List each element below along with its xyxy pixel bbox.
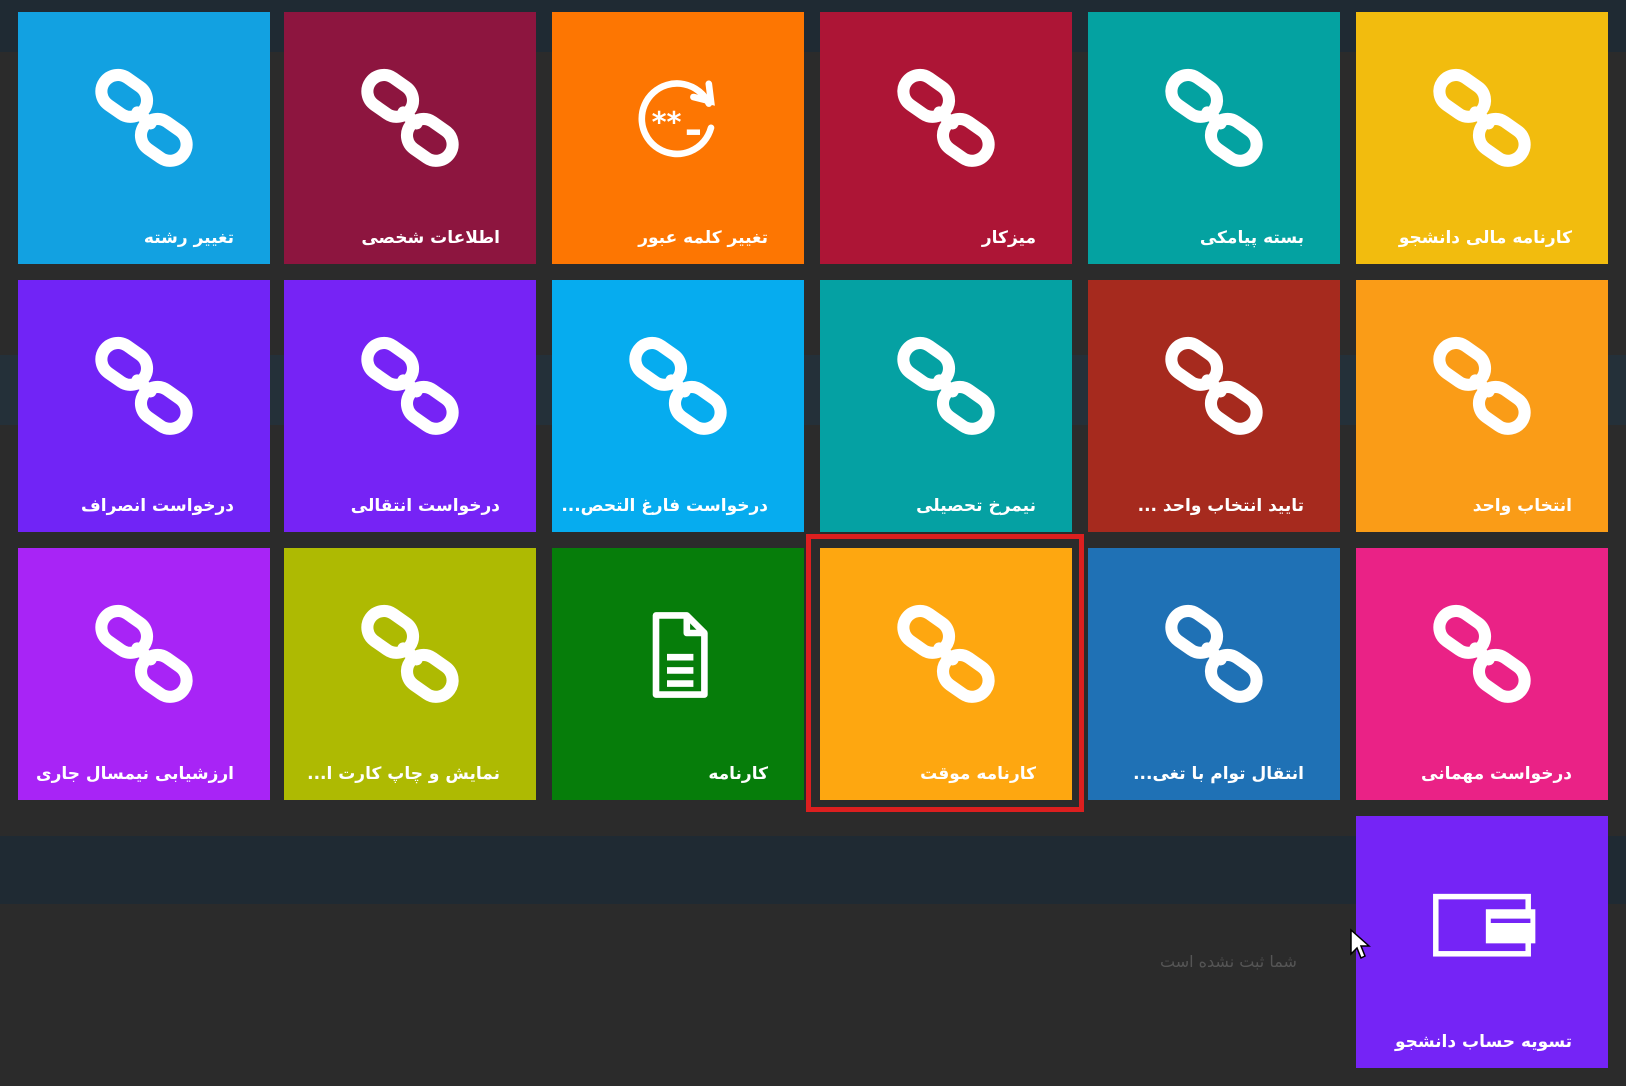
link-icon — [623, 332, 733, 442]
tile-19[interactable]: تسویه حساب دانشجو — [1356, 816, 1608, 1068]
tile-label: تغییر کلمه عبور — [638, 228, 768, 248]
tile-label: بسته پیامکی — [1199, 228, 1304, 248]
tile-1[interactable]: کارنامه مالی دانشجو — [1356, 12, 1608, 264]
link-icon — [1159, 332, 1269, 442]
password-reset-icon: ** — [623, 64, 733, 174]
tile-9[interactable]: نیمرخ تحصیلی — [820, 280, 1072, 532]
tile-2[interactable]: بسته پیامکی — [1088, 12, 1340, 264]
tile-label: انتقال توام با تغی... — [1133, 764, 1304, 784]
tile-13[interactable]: درخواست مهمانی — [1356, 548, 1608, 800]
tile-3[interactable]: میزکار — [820, 12, 1072, 264]
tile-label: انتخاب واحد — [1472, 496, 1572, 516]
tile-5[interactable]: اطلاعات شخصی — [284, 12, 536, 264]
tile-label: اطلاعات شخصی — [361, 228, 500, 248]
link-icon — [1427, 332, 1537, 442]
tile-label: نیمرخ تحصیلی — [916, 496, 1036, 516]
tile-label: تایید انتخاب واحد ... — [1137, 496, 1304, 516]
link-icon — [89, 332, 199, 442]
tile-label: تسویه حساب دانشجو — [1394, 1032, 1572, 1052]
link-icon — [891, 332, 1001, 442]
tile-label: درخواست انتقالی — [350, 496, 500, 516]
tile-label: تغییر رشته — [143, 228, 234, 248]
tile-14[interactable]: انتقال توام با تغی... — [1088, 548, 1340, 800]
link-icon — [355, 600, 465, 710]
tile-label: درخواست انصراف — [81, 496, 234, 516]
tile-12[interactable]: درخواست انصراف — [18, 280, 270, 532]
link-icon — [355, 332, 465, 442]
background-status-text: شما ثبت نشده است — [1160, 952, 1297, 971]
tile-label: کارنامه — [708, 764, 768, 784]
link-icon — [1159, 64, 1269, 174]
mouse-cursor-icon — [1350, 928, 1371, 960]
tile-label: درخواست مهمانی — [1421, 764, 1572, 784]
tile-17[interactable]: نمایش و چاپ کارت ا... — [284, 548, 536, 800]
tile-11[interactable]: درخواست انتقالی — [284, 280, 536, 532]
svg-text:**: ** — [652, 105, 682, 139]
tile-6[interactable]: تغییر رشته — [18, 12, 270, 264]
tile-16[interactable]: کارنامه — [552, 548, 804, 800]
tile-8[interactable]: تایید انتخاب واحد ... — [1088, 280, 1340, 532]
link-icon — [1159, 600, 1269, 710]
tile-label: نمایش و چاپ کارت ا... — [307, 764, 500, 784]
tile-label: میزکار — [981, 228, 1036, 248]
selection-highlight — [806, 534, 1084, 812]
tile-10[interactable]: درخواست فارغ التحص... — [552, 280, 804, 532]
link-icon — [1427, 64, 1537, 174]
tile-18[interactable]: ارزشیابی نیمسال جاری — [18, 548, 270, 800]
link-icon — [355, 64, 465, 174]
tile-label: کارنامه مالی دانشجو — [1398, 228, 1572, 248]
link-icon — [89, 600, 199, 710]
document-icon — [623, 600, 733, 710]
tile-label: ارزشیابی نیمسال جاری — [35, 764, 234, 784]
tile-label: درخواست فارغ التحص... — [561, 496, 768, 516]
link-icon — [1427, 600, 1537, 710]
tile-7[interactable]: انتخاب واحد — [1356, 280, 1608, 532]
dashboard-page: شما ثبت نشده است کارنامه مالی دانشجو بست… — [0, 0, 1626, 1086]
link-icon — [89, 64, 199, 174]
link-icon — [891, 64, 1001, 174]
tile-4[interactable]: ** تغییر کلمه عبور — [552, 12, 804, 264]
payment-card-icon — [1427, 868, 1537, 978]
